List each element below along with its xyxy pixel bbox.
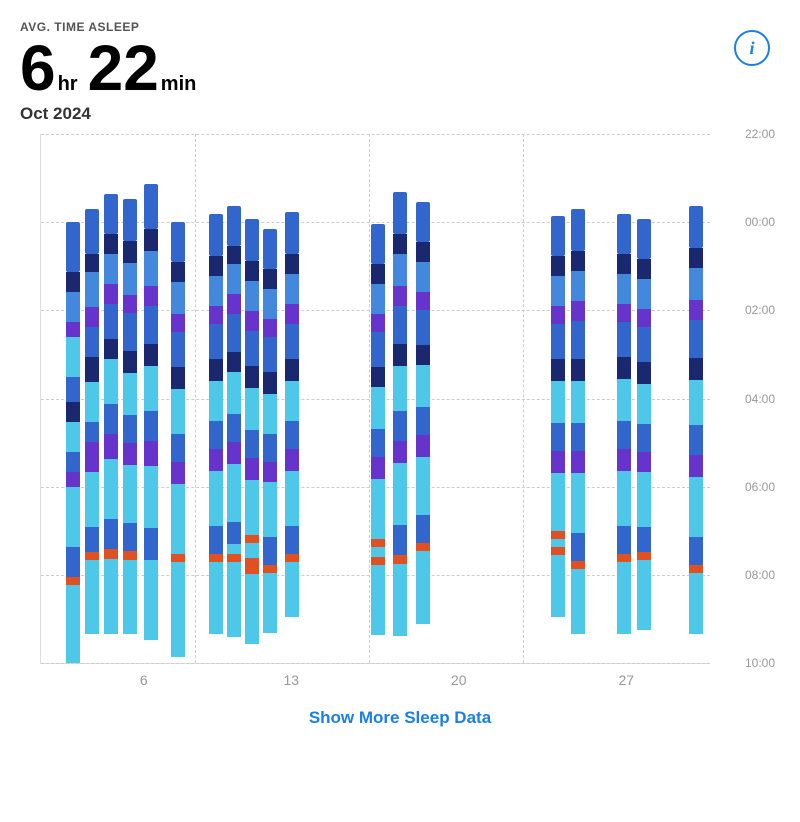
y-label-0400: 04:00 bbox=[745, 392, 775, 406]
bar-day14 bbox=[416, 202, 430, 624]
header-section: AVG. TIME ASLEEP 6 hr 22 min Oct 2024 i bbox=[20, 20, 780, 124]
bar-day9 bbox=[245, 219, 259, 644]
y-label-0600: 06:00 bbox=[745, 480, 775, 494]
grid-line-6 bbox=[41, 663, 710, 664]
info-icon: i bbox=[749, 38, 754, 59]
y-label-2200: 22:00 bbox=[745, 127, 775, 141]
info-button[interactable]: i bbox=[734, 30, 770, 66]
bar-day3 bbox=[104, 194, 118, 634]
x-axis: 6 13 20 27 bbox=[40, 664, 710, 688]
month-label: Oct 2024 bbox=[20, 104, 780, 124]
bar-day15 bbox=[551, 216, 565, 617]
bar-day1 bbox=[66, 222, 80, 663]
x-label-13: 13 bbox=[208, 672, 376, 688]
bar-day12 bbox=[371, 224, 385, 635]
bar-day7 bbox=[209, 214, 223, 634]
bar-day8 bbox=[227, 206, 241, 637]
main-container: AVG. TIME ASLEEP 6 hr 22 min Oct 2024 i bbox=[0, 0, 800, 728]
x-label-27: 27 bbox=[543, 672, 711, 688]
bar-day4 bbox=[123, 199, 137, 634]
time-display: 6 hr 22 min bbox=[20, 36, 780, 100]
time-hours: 6 bbox=[20, 36, 56, 100]
bar-day11 bbox=[285, 212, 299, 617]
bar-day16 bbox=[571, 209, 585, 634]
bar-day6 bbox=[171, 222, 185, 657]
chart-wrapper: 22:00 00:00 02:00 04:00 06:00 08:00 10:0… bbox=[20, 134, 780, 688]
chart-area: 22:00 00:00 02:00 04:00 06:00 08:00 10:0… bbox=[40, 134, 710, 664]
bar-day10 bbox=[263, 229, 277, 633]
x-label-20: 20 bbox=[375, 672, 543, 688]
y-axis: 22:00 00:00 02:00 04:00 06:00 08:00 10:0… bbox=[710, 134, 780, 663]
x-label-6: 6 bbox=[40, 672, 208, 688]
bar-day17 bbox=[617, 214, 631, 634]
y-label-0200: 02:00 bbox=[745, 303, 775, 317]
show-more-button[interactable]: Show More Sleep Data bbox=[20, 708, 780, 728]
y-label-0000: 00:00 bbox=[745, 215, 775, 229]
bar-day5 bbox=[144, 184, 158, 640]
hr-label: hr bbox=[58, 73, 78, 96]
bar-day18 bbox=[637, 219, 651, 630]
y-label-1000: 10:00 bbox=[745, 656, 775, 670]
bar-day19 bbox=[689, 206, 703, 634]
min-label: min bbox=[161, 73, 197, 96]
bar-day2 bbox=[85, 209, 99, 634]
time-minutes: 22 bbox=[88, 36, 159, 100]
y-label-0800: 08:00 bbox=[745, 568, 775, 582]
sleep-bars-svg bbox=[41, 134, 710, 663]
bar-day13 bbox=[393, 192, 407, 636]
